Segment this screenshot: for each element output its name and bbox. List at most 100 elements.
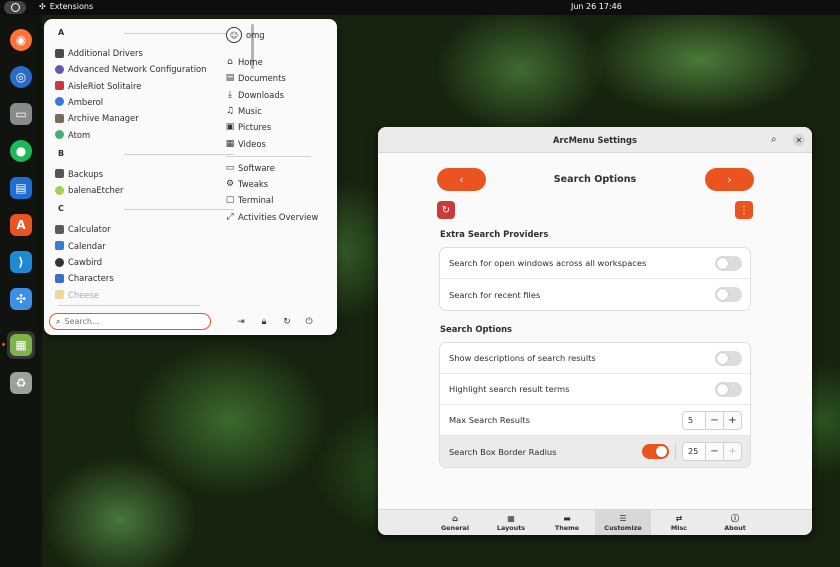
reset-button[interactable]: ↻ [437,201,455,219]
app-item[interactable]: Atom [55,128,90,142]
search-icon[interactable]: ⌕ [771,134,777,145]
app-icon [55,130,64,139]
spinner-value[interactable]: 5 [683,412,705,429]
increment-button[interactable]: + [723,412,741,429]
power-icon[interactable]: ⏻ [303,316,315,328]
decrement-button[interactable]: − [705,412,723,429]
list-bottom-divider [58,305,200,306]
app-icon [55,185,64,195]
close-icon[interactable]: ✕ [793,134,805,146]
app-item[interactable]: AisleRiot Solitaire [55,79,141,93]
app-item[interactable]: balenaEtcher [55,183,123,197]
trash-glyph: ♻ [10,372,32,394]
clock[interactable]: Jun 26 17:46 [571,2,622,11]
row-label: Highlight search result terms [449,384,570,394]
spinner-value[interactable]: 25 [683,443,705,460]
vscode-icon[interactable]: ⟩ [7,248,35,276]
system-tweaks[interactable]: ⚙ Tweaks [225,177,268,191]
app-item[interactable]: Calculator [55,222,111,236]
place-label: Music [238,105,262,116]
about-icon: ⓘ [731,514,739,523]
number-spinner: 5− + [682,411,742,430]
tab-general[interactable]: ⌂ General [427,510,483,535]
more-options-button[interactable]: ⋮ [735,201,753,219]
system-terminal[interactable]: ▢ Terminal [225,193,274,207]
app-item[interactable]: Advanced Network Configuration [55,62,206,76]
dock: ◉ ◎ ▭ ● ▤ A ⟩ ✣ ▦ ♻ [0,15,42,567]
toggle-switch[interactable] [715,382,742,397]
settings-row: Search for open windows across all works… [440,248,750,279]
next-page-button[interactable]: › [705,168,754,191]
writer-icon[interactable]: ▤ [7,174,35,202]
app-item[interactable]: Cawbird [55,255,102,269]
toggle-switch[interactable] [642,444,669,459]
activities-button[interactable] [4,1,26,14]
extensions-menu[interactable]: ✣ Extensions [39,2,93,11]
tab-theme[interactable]: ▬ Theme [539,510,595,535]
place-videos[interactable]: ▦ Videos [225,137,266,151]
section-header-a: A [58,28,65,37]
decrement-button[interactable]: − [705,443,723,460]
place-label: Home [238,57,263,67]
toggle-switch[interactable] [715,351,742,366]
files-icon[interactable]: ▭ [7,100,35,128]
app-item[interactable]: Additional Drivers [55,46,143,60]
place-downloads[interactable]: ⤓ Downloads [225,88,284,102]
lock-icon[interactable]: 🔒︎ [258,316,270,328]
documents-icon: ▤ [225,73,235,84]
system-label: Tweaks [238,179,269,190]
app-label: balenaEtcher [68,185,124,196]
system-label: Software [238,162,275,173]
app-item[interactable]: Backups [55,167,103,181]
app-list[interactable]: A Additional Drivers Advanced Network Conf… [44,19,252,319]
place-music[interactable]: ♫ Music [225,104,262,118]
place-label: Documents [238,73,286,84]
place-pictures[interactable]: ▣ Pictures [225,120,271,134]
system-software[interactable]: ▭ Software [225,161,275,175]
app-item[interactable]: Characters [55,271,114,285]
extensions-icon[interactable]: ✣ [7,285,35,313]
trash-icon[interactable]: ♻ [7,369,35,397]
arcmenu-settings-window: ArcMenu Settings ⌕ ✕ ‹ Search Options › … [378,127,812,535]
header-bar: ArcMenu Settings ⌕ ✕ [378,127,812,153]
app-item[interactable]: Amberol [55,95,103,109]
tab-label: About [724,524,746,532]
thunderbird-icon[interactable]: ◎ [7,63,35,91]
tab-about[interactable]: ⓘ About [707,510,763,535]
increment-button[interactable]: + [723,443,741,460]
avatar[interactable]: ☺ [226,27,242,43]
place-documents[interactable]: ▤ Documents [225,71,286,85]
restart-icon[interactable]: ↻ [281,316,293,328]
system-activities-overview[interactable]: ⤢ Activities Overview [225,210,318,224]
chevron-right-icon: › [727,173,732,186]
show-apps-icon[interactable]: ▦ [2,331,35,359]
app-label: Backups [68,168,104,179]
app-icon [55,290,64,300]
settings-row: Search for recent files [440,279,750,310]
app-item[interactable]: Archive Manager [55,111,139,125]
search-input[interactable] [64,317,195,326]
row-label: Search for recent files [449,289,541,300]
software-icon: ▭ [225,162,235,173]
settings-row: Max Search Results 5− + [440,405,750,436]
app-item[interactable]: Calendar [55,239,106,253]
tab-misc[interactable]: ⇄ Misc [651,510,707,535]
app-center-icon[interactable]: A [7,211,35,239]
toggle-switch[interactable] [715,287,742,302]
search-box[interactable]: ⌕ [49,313,211,330]
general-icon: ⌂ [452,514,458,523]
firefox-icon[interactable]: ◉ [7,26,35,54]
user-name[interactable]: omg [246,30,265,40]
place-label: Downloads [238,89,284,100]
spotify-icon[interactable]: ● [7,137,35,165]
logout-icon[interactable]: ⇥ [235,316,247,328]
reset-icon: ↻ [441,204,451,216]
app-label: Archive Manager [68,113,139,124]
app-item[interactable]: Cheese [55,288,99,302]
tab-layouts[interactable]: ▦ Layouts [483,510,539,535]
writer-glyph: ▤ [10,177,32,199]
tab-customize[interactable]: ☰ Customize [595,510,651,535]
toggle-switch[interactable] [715,256,742,271]
section-divider [124,33,234,34]
place-home[interactable]: ⌂ Home [225,55,263,69]
